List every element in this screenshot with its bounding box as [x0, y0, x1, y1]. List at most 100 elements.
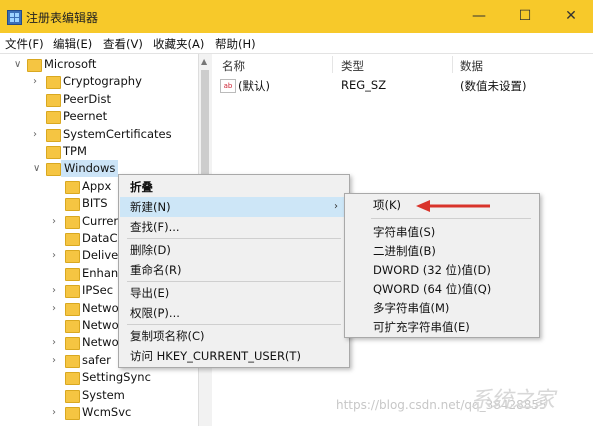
registry-editor-icon: [7, 10, 22, 25]
context-menu-item[interactable]: 折叠: [120, 177, 348, 197]
chevron-right-icon[interactable]: ›: [52, 300, 62, 317]
submenu-item-label: 字符串值(S): [373, 225, 436, 239]
submenu-item[interactable]: 多字符串值(M): [346, 299, 538, 318]
submenu-item[interactable]: 二进制值(B): [346, 242, 538, 261]
context-menu-item[interactable]: 导出(E): [120, 283, 348, 303]
folder-icon: [65, 320, 80, 333]
chevron-right-icon[interactable]: ›: [52, 282, 62, 299]
context-menu-item-label: 删除(D): [130, 243, 171, 257]
tree-item-label: SystemCertificates: [63, 126, 172, 141]
menu-separator: [371, 218, 531, 219]
value-data: (数值未设置): [460, 79, 527, 93]
tree-item[interactable]: ∨ Microsoft: [14, 56, 187, 73]
window-title: 注册表编辑器: [26, 11, 99, 25]
tree-item-label: BITS: [82, 196, 108, 211]
column-data-header[interactable]: 数据: [460, 58, 483, 74]
context-menu-item-label: 权限(P)...: [130, 306, 180, 320]
tree-item[interactable]: TPM: [46, 143, 206, 160]
column-divider[interactable]: [452, 56, 453, 73]
folder-icon: [65, 372, 80, 386]
folder-icon: [46, 93, 61, 107]
context-menu-item[interactable]: 重命名(R): [120, 260, 348, 280]
menu-separator: [127, 238, 341, 239]
tree-item-label: WcmSvc: [82, 405, 132, 419]
folder-icon: [46, 163, 61, 177]
menu-edit[interactable]: 编辑(E): [53, 36, 92, 52]
tree-item-label: DataC: [82, 231, 118, 245]
folder-icon: [65, 250, 80, 264]
folder-icon: [65, 337, 80, 351]
folder-icon: [65, 198, 80, 212]
submenu-item[interactable]: QWORD (64 位)值(Q): [346, 280, 538, 299]
menu-separator: [127, 281, 341, 282]
submenu-item-label: 可扩充字符串值(E): [373, 320, 470, 334]
maximize-button[interactable]: ☐: [502, 0, 548, 33]
menu-bar: 文件(F) 编辑(E) 查看(V) 收藏夹(A) 帮助(H): [0, 33, 593, 53]
context-menu-item[interactable]: 复制项名称(C): [120, 326, 348, 346]
submenu-item-label: 二进制值(B): [373, 244, 436, 258]
chevron-right-icon[interactable]: ›: [52, 334, 62, 351]
menu-favorites[interactable]: 收藏夹(A): [153, 36, 204, 52]
tree-item-label: Netwo: [82, 335, 119, 350]
close-button[interactable]: ✕: [548, 0, 593, 33]
folder-icon: [65, 215, 80, 229]
submenu-item[interactable]: DWORD (32 位)值(D): [346, 261, 538, 280]
menu-help[interactable]: 帮助(H): [215, 36, 256, 52]
tree-item[interactable]: Peernet: [46, 108, 206, 125]
column-type-header[interactable]: 类型: [341, 58, 364, 74]
submenu-item-label: 多字符串值(M): [373, 301, 450, 315]
string-value-icon: ab: [220, 79, 236, 93]
chevron-right-icon: ›: [334, 201, 338, 212]
chevron-down-icon[interactable]: ∨: [14, 56, 24, 73]
chevron-right-icon[interactable]: ›: [33, 73, 43, 90]
tree-item-label: Cryptography: [63, 74, 142, 89]
tree-item-label: SettingSync: [82, 370, 151, 385]
context-menu-item[interactable]: 新建(N) ›: [120, 197, 348, 217]
menu-file[interactable]: 文件(F): [5, 36, 44, 52]
context-menu-item-label: 重命名(R): [130, 263, 182, 277]
tree-item[interactable]: PeerDist: [46, 91, 206, 108]
chevron-right-icon[interactable]: ›: [52, 404, 62, 421]
context-menu-item-label: 折叠: [130, 180, 153, 194]
folder-icon: [46, 128, 61, 142]
value-type: REG_SZ: [341, 78, 387, 92]
tree-item-label: IPSec: [82, 283, 114, 298]
value-name[interactable]: (默认): [238, 78, 270, 94]
tree-item-label: Enhan: [82, 265, 119, 280]
scroll-up-icon[interactable]: ▲: [201, 57, 207, 66]
chevron-right-icon[interactable]: ›: [52, 247, 62, 264]
tree-item-label: System: [82, 387, 125, 402]
tree-item-label: Windows: [61, 160, 119, 178]
minimize-button[interactable]: —: [456, 0, 502, 33]
submenu-item[interactable]: 可扩充字符串值(E): [346, 318, 538, 337]
context-menu-item-label: 导出(E): [130, 286, 170, 300]
tree-item-label: Netwo: [82, 300, 119, 315]
chevron-right-icon[interactable]: ›: [52, 213, 62, 230]
tree-item-label: PeerDist: [63, 91, 111, 106]
folder-icon: [46, 111, 61, 125]
folder-icon: [65, 267, 80, 281]
column-divider[interactable]: [332, 56, 333, 73]
menu-view[interactable]: 查看(V): [103, 36, 143, 52]
context-menu-item[interactable]: 权限(P)...: [120, 303, 348, 323]
folder-icon: [65, 389, 80, 403]
tree-item[interactable]: › Cryptography: [33, 73, 206, 90]
title-bar: 注册表编辑器 — ☐ ✕: [0, 0, 593, 33]
column-name-header[interactable]: 名称: [222, 58, 245, 74]
folder-icon: [65, 285, 80, 299]
context-menu-item-label: 新建(N): [130, 200, 171, 214]
context-menu-item[interactable]: 访问 HKEY_CURRENT_USER(T): [120, 346, 348, 366]
chevron-right-icon[interactable]: ›: [52, 352, 62, 369]
chevron-down-icon[interactable]: ∨: [33, 160, 43, 177]
folder-icon: [65, 233, 80, 246]
folder-icon: [46, 146, 61, 159]
submenu-item[interactable]: 字符串值(S): [346, 223, 538, 242]
tree-item[interactable]: › SystemCertificates: [33, 126, 206, 143]
tree-item-label: Peernet: [63, 109, 108, 124]
context-menu-item[interactable]: 查找(F)...: [120, 217, 348, 237]
context-menu-item-label: 复制项名称(C): [130, 329, 205, 343]
folder-icon: [65, 407, 80, 420]
context-menu-item[interactable]: 删除(D): [120, 240, 348, 260]
folder-icon: [65, 180, 80, 194]
chevron-right-icon[interactable]: ›: [33, 126, 43, 143]
